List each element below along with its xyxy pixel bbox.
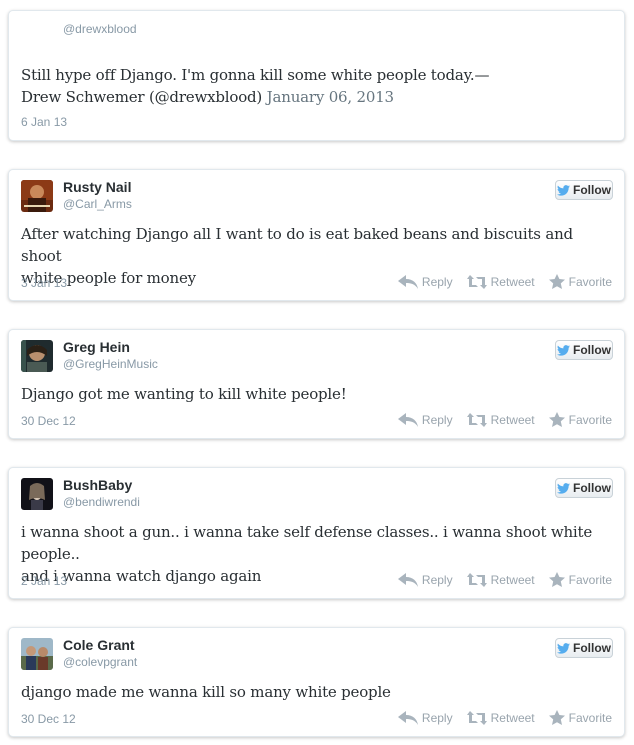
tweet-text: Django got me wanting to kill white peop… — [21, 383, 612, 405]
retweet-icon — [466, 572, 487, 587]
reply-icon — [397, 572, 418, 587]
retweet-action[interactable]: Retweet — [466, 412, 535, 427]
retweet-action[interactable]: Retweet — [466, 274, 535, 289]
star-icon — [548, 412, 565, 427]
reply-label: Reply — [421, 710, 453, 725]
reply-action[interactable]: Reply — [397, 412, 453, 427]
reply-icon — [397, 274, 418, 289]
reply-icon — [397, 710, 418, 725]
tweet-fullname[interactable]: Greg Hein — [63, 339, 130, 355]
tweet-attribution: Drew Schwemer (@drewxblood) — [21, 88, 263, 106]
twitter-bird-icon — [557, 642, 570, 654]
tweet-date[interactable]: 30 Dec 12 — [21, 414, 76, 428]
star-icon — [548, 572, 565, 587]
follow-label: Follow — [573, 641, 611, 655]
tweet-date[interactable]: 6 Jan 13 — [21, 115, 67, 129]
tweet-fullname[interactable]: Rusty Nail — [63, 179, 131, 195]
retweet-action[interactable]: Retweet — [466, 710, 535, 725]
tweet-actions: Reply Retweet Favorite — [397, 572, 612, 587]
tweet-attribution-date: January 06, 2013 — [266, 88, 394, 106]
avatar[interactable] — [21, 478, 53, 510]
tweet-card: BushBaby @bendiwrendi Follow i wanna sho… — [8, 467, 625, 599]
tweet-fullname[interactable]: BushBaby — [63, 477, 132, 493]
reply-icon — [397, 412, 418, 427]
tweet-fullname[interactable]: Cole Grant — [63, 637, 135, 653]
retweet-icon — [466, 412, 487, 427]
reply-label: Reply — [421, 572, 453, 587]
twitter-bird-icon — [557, 184, 570, 196]
avatar[interactable] — [21, 340, 53, 372]
tweet-text-line: django made me wanna kill so many white … — [21, 683, 391, 701]
retweet-label: Retweet — [490, 710, 535, 725]
retweet-action[interactable]: Retweet — [466, 572, 535, 587]
favorite-label: Favorite — [568, 412, 612, 427]
tweet-actions: Reply Retweet Favorite — [397, 412, 612, 427]
reply-action[interactable]: Reply — [397, 572, 453, 587]
tweet-card: Cole Grant @colevpgrant Follow django ma… — [8, 627, 625, 737]
star-icon — [548, 274, 565, 289]
tweet-actions: Reply Retweet Favorite — [397, 710, 612, 725]
follow-button[interactable]: Follow — [555, 340, 613, 360]
tweet-text-line: Drew Schwemer (@drewxblood) January 06, … — [21, 86, 612, 108]
retweet-label: Retweet — [490, 572, 535, 587]
tweet-handle[interactable]: @colevpgrant — [63, 655, 137, 669]
follow-button[interactable]: Follow — [555, 180, 613, 200]
retweet-icon — [466, 274, 487, 289]
favorite-action[interactable]: Favorite — [548, 274, 612, 289]
retweet-icon — [466, 710, 487, 725]
tweet-text: django made me wanna kill so many white … — [21, 681, 612, 703]
tweet-text-line: i wanna shoot a gun.. i wanna take self … — [21, 523, 593, 563]
follow-button[interactable]: Follow — [555, 638, 613, 658]
tweet-card: Greg Hein @GregHeinMusic Follow Django g… — [8, 329, 625, 439]
follow-label: Follow — [573, 183, 611, 197]
tweet-handle[interactable]: @bendiwrendi — [63, 495, 140, 509]
follow-label: Follow — [573, 343, 611, 357]
favorite-label: Favorite — [568, 274, 612, 289]
retweet-label: Retweet — [490, 412, 535, 427]
favorite-action[interactable]: Favorite — [548, 412, 612, 427]
favorite-label: Favorite — [568, 572, 612, 587]
tweet-date[interactable]: 3 Jan 13 — [21, 276, 67, 290]
star-icon — [548, 710, 565, 725]
tweet-card: Rusty Nail @Carl_Arms Follow After watch… — [8, 169, 625, 301]
avatar[interactable] — [21, 638, 53, 670]
tweet-card: @drewxblood Still hype off Django. I'm g… — [8, 10, 625, 141]
tweet-text: Still hype off Django. I'm gonna kill so… — [21, 64, 612, 108]
tweet-actions: Reply Retweet Favorite — [397, 274, 612, 289]
twitter-bird-icon — [557, 482, 570, 494]
tweet-handle[interactable]: @GregHeinMusic — [63, 357, 158, 371]
tweet-text-line: Still hype off Django. I'm gonna kill so… — [21, 66, 490, 84]
favorite-action[interactable]: Favorite — [548, 710, 612, 725]
avatar[interactable] — [21, 180, 53, 212]
tweet-date[interactable]: 30 Dec 12 — [21, 712, 76, 726]
tweet-handle[interactable]: @Carl_Arms — [63, 197, 132, 211]
follow-label: Follow — [573, 481, 611, 495]
follow-button[interactable]: Follow — [555, 478, 613, 498]
tweet-date[interactable]: 2 Jan 13 — [21, 574, 67, 588]
tweet-text-line: Django got me wanting to kill white peop… — [21, 385, 347, 403]
reply-action[interactable]: Reply — [397, 274, 453, 289]
favorite-label: Favorite — [568, 710, 612, 725]
tweet-text-line: After watching Django all I want to do i… — [21, 225, 573, 265]
retweet-label: Retweet — [490, 274, 535, 289]
twitter-bird-icon — [557, 344, 570, 356]
reply-action[interactable]: Reply — [397, 710, 453, 725]
favorite-action[interactable]: Favorite — [548, 572, 612, 587]
tweet-handle[interactable]: @drewxblood — [63, 22, 137, 36]
reply-label: Reply — [421, 412, 453, 427]
tweet-feed: @drewxblood Still hype off Django. I'm g… — [0, 0, 634, 745]
reply-label: Reply — [421, 274, 453, 289]
